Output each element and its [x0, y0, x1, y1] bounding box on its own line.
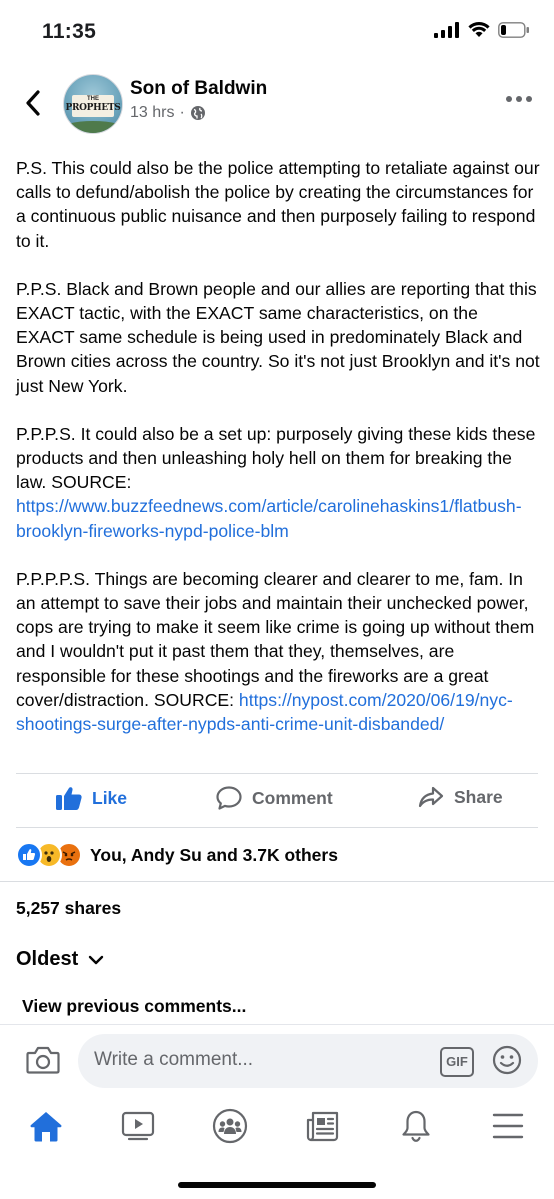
home-icon — [30, 1112, 62, 1142]
home-indicator — [178, 1182, 376, 1188]
watch-icon — [121, 1111, 155, 1141]
status-bar: 11:35 — [0, 0, 554, 60]
comment-button[interactable]: Comment — [216, 786, 333, 810]
post-paragraph: P.P.S. Black and Brown people and our al… — [16, 278, 540, 396]
cellular-signal-icon — [434, 22, 459, 38]
avatar[interactable]: THE PROPHETS — [63, 74, 123, 134]
source-link[interactable]: https://www.buzzfeednews.com/article/car… — [16, 496, 522, 540]
like-button[interactable]: Like — [56, 786, 127, 810]
battery-icon — [498, 22, 529, 38]
comment-input[interactable]: Write a comment... GIF — [78, 1034, 538, 1088]
more-options-icon[interactable] — [506, 96, 532, 104]
divider — [0, 881, 554, 882]
chevron-down-icon — [89, 955, 104, 964]
post-paragraph: P.P.P.S. It could also be a set up: purp… — [16, 423, 536, 541]
tab-notifications[interactable] — [396, 1106, 436, 1146]
shares-count[interactable]: 5,257 shares — [16, 898, 121, 919]
tab-watch[interactable] — [118, 1106, 158, 1146]
tab-menu[interactable] — [488, 1106, 528, 1146]
comment-icon — [216, 786, 242, 810]
page-name[interactable]: Son of Baldwin — [130, 78, 267, 100]
emoji-icon[interactable] — [492, 1045, 522, 1075]
view-previous-comments[interactable]: View previous comments... — [22, 996, 246, 1017]
status-icons — [434, 22, 530, 38]
menu-icon — [492, 1113, 524, 1139]
tab-groups[interactable] — [210, 1106, 250, 1146]
news-icon — [306, 1111, 339, 1142]
post-header: THE PROPHETS Son of Baldwin 13 hrs · — [0, 66, 554, 144]
post-body: P.S. This could also be the police attem… — [16, 156, 540, 760]
chevron-left-icon[interactable] — [20, 86, 48, 120]
meta-separator: · — [179, 104, 185, 121]
post-paragraph: P.P.P.P.S. Things are becoming clearer a… — [16, 568, 535, 735]
camera-icon[interactable] — [26, 1045, 60, 1075]
gif-icon[interactable]: GIF — [440, 1047, 474, 1077]
tab-home[interactable] — [26, 1106, 66, 1146]
tab-news[interactable] — [303, 1106, 343, 1146]
post-actions: Like Comment Share — [0, 774, 554, 826]
globe-icon — [190, 106, 205, 120]
thumbs-up-icon — [56, 787, 82, 810]
comment-placeholder: Write a comment... — [94, 1049, 254, 1070]
post-time: 13 hrs — [130, 104, 175, 121]
post-meta: 13 hrs · — [130, 104, 206, 122]
divider — [16, 827, 538, 828]
like-reaction-icon — [16, 842, 42, 868]
groups-icon — [212, 1108, 248, 1144]
status-time: 11:35 — [42, 20, 97, 43]
wifi-icon — [468, 22, 490, 37]
reactions-text: You, Andy Su and 3.7K others — [90, 844, 338, 865]
comment-sort-dropdown[interactable]: Oldest — [16, 948, 104, 971]
share-button[interactable]: Share — [418, 786, 503, 808]
post-paragraph: P.S. This could also be the police attem… — [16, 158, 540, 251]
bell-icon — [402, 1110, 430, 1142]
share-arrow-icon — [418, 786, 444, 808]
comment-composer: Write a comment... GIF — [0, 1024, 554, 1097]
reactions-summary[interactable]: You, Andy Su and 3.7K others — [16, 842, 338, 868]
